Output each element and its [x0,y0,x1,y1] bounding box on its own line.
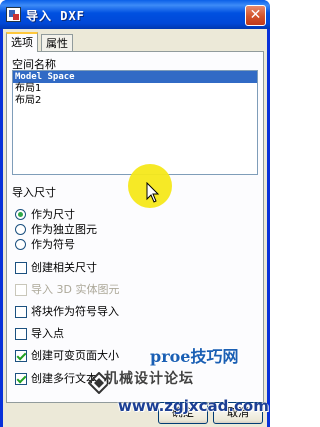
radio-as-dimension-label: 作为尺寸 [31,208,75,221]
checkbox-blocks-as-symbols[interactable] [15,306,27,318]
window-title: 导入 DXF [26,9,85,23]
radio-as-entity-label: 作为独立图元 [31,223,97,236]
watermark-url: www.zgjxcad.com [118,397,269,415]
close-button[interactable]: ✕ [245,5,266,26]
title-bar[interactable]: 导入 DXF ✕ [0,0,270,29]
radio-as-entity[interactable] [15,224,26,235]
import-size-label: 导入尺寸 [12,186,56,199]
checkbox-variable-page-size-label: 创建可变页面大小 [31,349,119,362]
tab-properties[interactable]: 属性 [41,34,73,51]
import-dxf-dialog: 导入 DXF ✕ 选项 属性 空间名称 Model Space 布局1 布局2 … [0,0,270,427]
list-item-layout1[interactable]: 布局1 [13,83,257,95]
checkbox-import-points-label: 导入点 [31,327,64,340]
tab-options[interactable]: 选项 [6,32,38,52]
checkbox-multiline-text[interactable] [15,373,27,385]
radio-as-dimension[interactable] [15,209,26,220]
checkbox-associative-dims-label: 创建相关尺寸 [31,261,97,274]
watermark-site-name: proe技巧网 [150,347,239,366]
checkbox-blocks-as-symbols-label: 将块作为符号导入 [31,305,119,318]
mouse-pointer-icon [146,182,160,203]
list-item-model-space[interactable]: Model Space [13,71,257,83]
checkbox-import-3d [15,284,27,296]
app-icon [6,7,21,22]
checkbox-variable-page-size[interactable] [15,350,27,362]
space-listbox[interactable]: Model Space 布局1 布局2 [12,70,258,175]
checkbox-import-3d-label: 导入 3D 实体图元 [31,283,120,296]
checkbox-import-points[interactable] [15,328,27,340]
list-item-layout2[interactable]: 布局2 [13,95,257,107]
close-icon: ✕ [249,7,262,23]
radio-as-symbol[interactable] [15,239,26,250]
checkbox-associative-dims[interactable] [15,262,27,274]
watermark-forum: 机械设计论坛 [104,371,194,387]
radio-as-symbol-label: 作为符号 [31,238,75,251]
